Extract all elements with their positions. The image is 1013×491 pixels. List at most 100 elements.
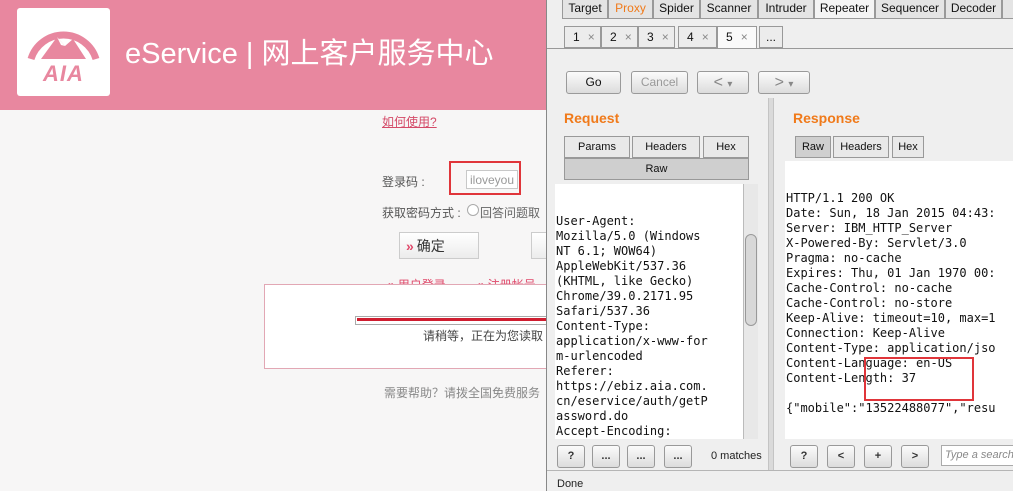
loading-progress-bar [355, 316, 546, 325]
chevron-left-icon: < [713, 74, 723, 91]
close-icon[interactable]: × [662, 30, 669, 44]
request-tab-raw[interactable]: Raw [564, 158, 749, 180]
request-line: AppleWebKit/537.36 [556, 259, 687, 273]
secondary-button[interactable] [531, 232, 546, 259]
response-line: Pragma: no-cache [786, 251, 902, 265]
burp-suite-window: Target Proxy Spider Scanner Intruder Rep… [546, 0, 1013, 491]
request-line: Referer: [556, 364, 614, 378]
request-line: (KHTML, like Gecko) [556, 274, 694, 288]
request-options-button-1[interactable]: ... [592, 445, 620, 468]
response-line: Keep-Alive: timeout=10, max=1 [786, 311, 996, 325]
request-line: User-Agent: [556, 214, 636, 228]
response-prev-button[interactable]: < [827, 445, 855, 468]
repeater-tab-1[interactable]: 1 × [564, 26, 601, 48]
request-options-button-2[interactable]: ... [627, 445, 655, 468]
forward-button[interactable]: > ▾ [758, 71, 810, 94]
response-tab-raw[interactable]: Raw [795, 136, 831, 158]
brand-title: eService | 网上客户服务中心 [125, 38, 494, 70]
tab-intruder[interactable]: Intruder [758, 0, 814, 19]
go-button[interactable]: Go [566, 71, 621, 94]
response-line: Cache-Control: no-store [786, 296, 953, 310]
request-help-button[interactable]: ? [557, 445, 585, 468]
repeater-tab-new[interactable]: ... [759, 26, 783, 48]
subtab-divider [547, 48, 1013, 49]
chevron-right-icon: > [774, 74, 784, 91]
request-line: Mozilla/5.0 (Windows [556, 229, 701, 243]
repeater-tab-3[interactable]: 3 × [638, 26, 675, 48]
header-banner: AIA eService | 网上客户服务中心 [0, 0, 546, 110]
how-to-use-link[interactable]: 如何使用? [382, 113, 437, 130]
tab-target[interactable]: Target [562, 0, 608, 19]
help-hotline-text: 需要帮助？请拨全国免费服务 [384, 386, 541, 400]
question-option-label: 回答问题取 [480, 206, 541, 220]
response-line: Content-Type: application/jso [786, 341, 996, 355]
repeater-tab-2[interactable]: 2 × [601, 26, 638, 48]
response-line: Connection: Keep-Alive [786, 326, 945, 340]
password-method-label: 获取密码方式 : [382, 206, 461, 220]
tab-proxy[interactable]: Proxy [608, 0, 653, 19]
dropdown-icon: ▾ [727, 79, 733, 90]
request-line: assword.do [556, 409, 629, 423]
response-next-button[interactable]: > [901, 445, 929, 468]
response-line: Date: Sun, 18 Jan 2015 04:43: [786, 206, 996, 220]
request-line: Chrome/39.0.2171.95 [556, 289, 694, 303]
request-line: Safari/537.36 [556, 304, 650, 318]
response-title: Response [793, 110, 860, 126]
close-icon[interactable]: × [588, 30, 595, 44]
highlight-box-mobile [864, 357, 974, 401]
close-icon[interactable]: × [625, 30, 632, 44]
request-line: https://ebiz.aia.com. [556, 379, 708, 393]
tab-overflow[interactable] [1002, 0, 1013, 19]
loading-text: 请稍等，正在为您读取 [423, 329, 544, 343]
response-tab-headers[interactable]: Headers [833, 136, 889, 158]
request-tab-headers[interactable]: Headers [632, 136, 700, 158]
request-line: cn/eservice/auth/getP [556, 394, 708, 408]
logo-text: AIA [43, 61, 84, 86]
request-scrollbar[interactable] [743, 184, 758, 439]
response-line: Server: IBM_HTTP_Server [786, 221, 953, 235]
response-add-button[interactable]: + [864, 445, 892, 468]
tab-sequencer[interactable]: Sequencer [875, 0, 945, 19]
double-chevron-icon: » [406, 238, 414, 254]
response-line: Expires: Thu, 01 Jan 1970 00: [786, 266, 996, 280]
repeater-tab-4[interactable]: 4 × [678, 26, 717, 48]
status-text: Done [557, 478, 584, 490]
tab-scanner[interactable]: Scanner [700, 0, 758, 19]
question-radio[interactable] [467, 204, 479, 216]
confirm-button[interactable]: » 确定 [399, 232, 479, 259]
request-line: NT 6.1; WOW64) [556, 244, 658, 258]
tab-spider[interactable]: Spider [653, 0, 700, 19]
response-line: Cache-Control: no-cache [786, 281, 953, 295]
cancel-button[interactable]: Cancel [631, 71, 688, 94]
request-tab-params[interactable]: Params [564, 136, 630, 158]
panel-splitter[interactable] [768, 98, 774, 470]
browser-page: AIA eService | 网上客户服务中心 如何使用? 登录码 : ilov… [0, 0, 546, 491]
aia-logo: AIA [17, 8, 110, 96]
close-icon[interactable]: × [702, 30, 709, 44]
tab-decoder[interactable]: Decoder [945, 0, 1002, 19]
response-line: {"mobile":"13522488077","resu [786, 401, 996, 415]
response-search-input[interactable]: Type a search [941, 445, 1013, 466]
response-line: X-Powered-By: Servlet/3.0 [786, 236, 967, 250]
request-options-button-3[interactable]: ... [664, 445, 692, 468]
request-line: application/x-www-for [556, 334, 708, 348]
close-icon[interactable]: × [741, 30, 748, 44]
request-title: Request [564, 110, 620, 126]
repeater-tab-5[interactable]: 5 × [717, 26, 757, 49]
request-scroll-thumb[interactable] [745, 234, 757, 326]
response-tab-hex[interactable]: Hex [892, 136, 924, 158]
progress-fill [357, 318, 546, 321]
request-line: Content-Type: [556, 319, 650, 333]
response-line: HTTP/1.1 200 OK [786, 191, 895, 205]
tab-repeater[interactable]: Repeater [814, 0, 875, 19]
highlight-box-login [449, 161, 521, 195]
status-divider [547, 470, 1013, 471]
request-tab-hex[interactable]: Hex [703, 136, 749, 158]
back-button[interactable]: < ▾ [697, 71, 749, 94]
request-editor[interactable]: User-Agent: Mozilla/5.0 (Windows NT 6.1; W… [555, 184, 744, 439]
loading-dialog: 请稍等，正在为您读取 [264, 284, 546, 369]
response-help-button[interactable]: ? [790, 445, 818, 468]
login-code-label: 登录码 : [382, 175, 425, 189]
request-lines: User-Agent: Mozilla/5.0 (Windows NT 6.1; W… [556, 214, 744, 439]
request-line: m-urlencoded [556, 349, 643, 363]
